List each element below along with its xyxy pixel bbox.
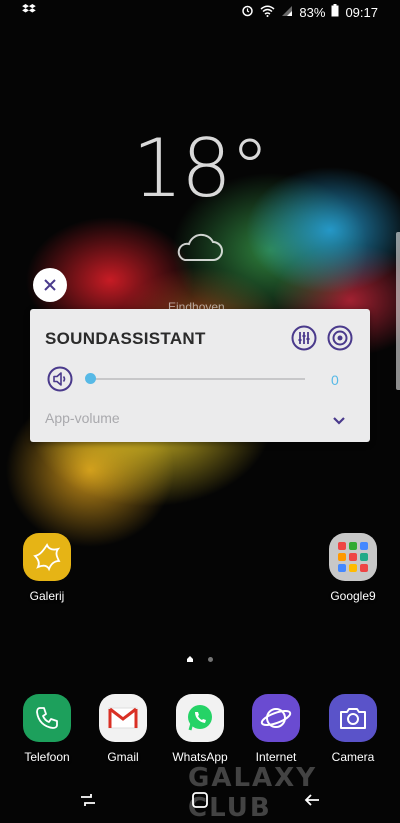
edge-panel-handle[interactable] xyxy=(396,232,400,390)
dropbox-icon xyxy=(22,4,36,19)
battery-icon xyxy=(331,4,339,20)
weather-widget[interactable]: 18° xyxy=(0,122,400,215)
temperature: 18° xyxy=(132,122,270,215)
home-icon xyxy=(192,792,208,808)
cloud-icon xyxy=(173,232,225,269)
back-button[interactable] xyxy=(302,790,322,815)
volume-slider-thumb[interactable] xyxy=(85,373,96,384)
gallery-icon xyxy=(23,533,71,581)
app-whatsapp[interactable]: WhatsApp xyxy=(165,694,235,764)
volume-slider[interactable] xyxy=(85,373,305,384)
app-label: Galerij xyxy=(29,589,65,603)
equalizer-icon xyxy=(291,325,317,351)
recent-apps-button[interactable] xyxy=(78,790,98,815)
status-bar: 83% 09:17 xyxy=(0,0,400,24)
app-galerij[interactable]: Galerij xyxy=(12,533,82,603)
app-internet[interactable]: Internet xyxy=(241,694,311,764)
app-volume-label[interactable]: App-volume xyxy=(45,410,120,426)
phone-icon xyxy=(23,694,71,742)
page-indicator xyxy=(186,650,213,668)
app-label: WhatsApp xyxy=(172,750,228,764)
app-camera[interactable]: Camera xyxy=(318,694,388,764)
status-time: 09:17 xyxy=(345,4,378,20)
app-label: Internet xyxy=(255,750,297,764)
volume-value: 0 xyxy=(331,372,339,388)
app-label: Gmail xyxy=(107,750,139,764)
app-label: Camera xyxy=(331,750,375,764)
camera-icon xyxy=(329,694,377,742)
signal-icon xyxy=(281,5,293,20)
home-page-icon xyxy=(186,650,194,668)
close-icon xyxy=(44,279,56,291)
panel-title: SOUNDASSISTANT xyxy=(45,329,206,348)
whatsapp-icon xyxy=(176,694,224,742)
internet-icon xyxy=(252,694,300,742)
close-button[interactable] xyxy=(33,268,67,302)
back-icon xyxy=(304,794,319,806)
target-icon xyxy=(327,325,353,351)
alarm-icon xyxy=(241,4,254,20)
sound-settings-button[interactable] xyxy=(327,325,353,351)
chevron-down-icon xyxy=(333,417,345,425)
wifi-icon xyxy=(260,5,275,20)
navigation-bar xyxy=(0,780,400,822)
recent-apps-icon xyxy=(81,794,95,806)
app-gmail[interactable]: Gmail xyxy=(88,694,158,764)
battery-percentage: 83% xyxy=(299,4,326,20)
equalizer-button[interactable] xyxy=(291,325,317,351)
speaker-button[interactable] xyxy=(47,366,73,397)
page-dot xyxy=(208,656,213,662)
sound-assistant-panel: SOUNDASSISTANT 0 App-volume xyxy=(30,309,370,442)
app-telefoon[interactable]: Telefoon xyxy=(12,694,82,764)
app-label: Telefoon xyxy=(24,750,70,764)
gmail-icon xyxy=(99,694,147,742)
speaker-icon xyxy=(47,366,73,392)
expand-button[interactable] xyxy=(332,413,346,431)
app-google-folder[interactable]: Google9 xyxy=(318,533,388,603)
home-button[interactable] xyxy=(190,790,210,815)
folder-icon xyxy=(329,533,377,581)
app-label: Google9 xyxy=(330,589,376,603)
